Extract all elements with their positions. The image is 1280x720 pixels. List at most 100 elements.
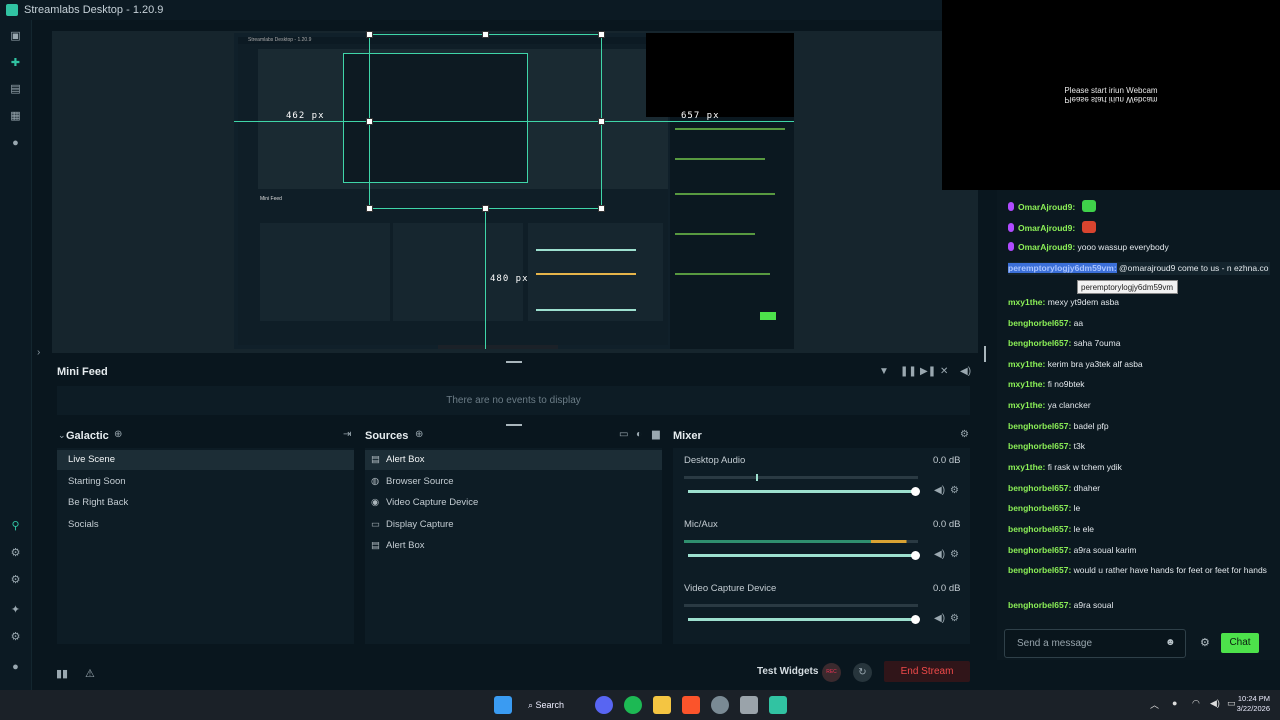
layout-icon[interactable]: ▦ <box>9 110 22 123</box>
microphone-icon[interactable]: ● <box>1172 698 1177 708</box>
resize-handle-bc[interactable] <box>482 205 489 212</box>
scene-item[interactable]: Live Scene <box>57 450 354 470</box>
volume-slider-knob[interactable] <box>911 487 920 496</box>
editor-icon[interactable]: ▣ <box>9 30 22 43</box>
play-icon[interactable]: ● <box>9 137 22 150</box>
settings-icon[interactable]: ⚙ <box>9 631 22 644</box>
lock-icon[interactable]: ◐ <box>636 429 642 440</box>
speaker-icon[interactable]: ◀) <box>934 613 945 624</box>
chat-username[interactable]: OmarAjroud9: <box>1018 242 1075 252</box>
volume-tray-icon[interactable]: ◀) <box>1210 698 1220 709</box>
source-item[interactable]: ▤ Alert Box <box>365 450 662 470</box>
brave-icon[interactable] <box>682 696 700 714</box>
resize-handle-tr[interactable] <box>598 31 605 38</box>
discord-icon[interactable] <box>595 696 613 714</box>
chat-username[interactable]: benghorbel657: <box>1008 441 1071 451</box>
streamlabs-taskbar-icon[interactable] <box>769 696 787 714</box>
emoji-icon[interactable]: ☻ <box>1165 637 1176 648</box>
chat-username[interactable]: benghorbel657: <box>1008 503 1071 513</box>
source-item[interactable]: ▭ Display Capture <box>365 515 662 535</box>
scene-item[interactable]: Socials <box>57 515 354 535</box>
store-icon[interactable]: ▤ <box>9 83 22 96</box>
add-scene-icon[interactable]: ⊕ <box>114 429 122 440</box>
scene-transition-icon[interactable]: ⇥ <box>343 429 351 440</box>
chat-send-button[interactable]: Chat <box>1221 633 1259 653</box>
chat-settings-icon[interactable]: ⚙ <box>1200 636 1210 649</box>
chat-input[interactable]: Send a message <box>1004 629 1186 658</box>
selection-box[interactable] <box>369 34 602 209</box>
resize-handle-bl[interactable] <box>366 205 373 212</box>
chat-username[interactable]: benghorbel657: <box>1008 565 1071 575</box>
tool-app-icon[interactable] <box>740 696 758 714</box>
speaker-icon[interactable]: ◀) <box>934 485 945 496</box>
chat-username[interactable]: benghorbel657: <box>1008 600 1071 610</box>
resize-handle-ml[interactable] <box>366 118 373 125</box>
profile-icon[interactable]: ● <box>9 661 22 674</box>
scene-collection-title[interactable]: Galactic <box>66 430 109 442</box>
folder-icon[interactable]: ▆ <box>652 429 660 440</box>
volume-slider-knob[interactable] <box>911 551 920 560</box>
source-item[interactable]: ◍ Browser Source <box>365 472 662 492</box>
chat-username[interactable]: benghorbel657: <box>1008 338 1071 348</box>
collapse-chevron-icon[interactable]: › <box>37 347 40 358</box>
speaker-icon[interactable]: ◀) <box>934 549 945 560</box>
channel-settings-icon[interactable]: ⚙ <box>950 613 959 624</box>
chat-username[interactable]: mxy1the: <box>1008 297 1045 307</box>
clock[interactable]: 10:24 PM 3/22/2026 <box>1228 694 1270 714</box>
taskbar-search[interactable]: ⌕ Search <box>528 696 574 714</box>
resize-handle-tc[interactable] <box>482 31 489 38</box>
alert-box-icon[interactable]: ⚙ <box>9 547 22 560</box>
splitter-handle-2[interactable] <box>506 424 522 426</box>
chat-username[interactable]: benghorbel657: <box>1008 318 1071 328</box>
add-source-icon[interactable]: ⊕ <box>415 429 423 440</box>
chat-username[interactable]: benghorbel657: <box>1008 483 1071 493</box>
volume-icon[interactable]: ◀) <box>960 366 971 377</box>
start-icon[interactable] <box>494 696 512 714</box>
tray-chevron-icon[interactable]: ︿ <box>1150 698 1159 711</box>
chat-username[interactable]: peremptorylogjy6dm59vm: <box>1008 263 1117 273</box>
record-button[interactable]: REC <box>822 663 841 682</box>
scene-collection-chevron-icon[interactable]: ⌄ <box>58 430 66 441</box>
stats-icon[interactable]: ▮▮ <box>56 667 68 680</box>
integration-icon[interactable]: ⚲ <box>9 520 22 533</box>
skip-icon[interactable]: ▶❚ <box>920 366 936 377</box>
source-item[interactable]: ◉ Video Capture Device <box>365 493 662 513</box>
test-widgets-label[interactable]: Test Widgets <box>757 666 818 677</box>
volume-slider[interactable] <box>688 618 916 621</box>
themes-icon[interactable]: ✚ <box>9 57 22 70</box>
volume-slider[interactable] <box>688 554 916 557</box>
resize-handle-tl[interactable] <box>366 31 373 38</box>
chat-username[interactable]: mxy1the: <box>1008 379 1045 389</box>
resize-handle-mr[interactable] <box>598 118 605 125</box>
chat-username[interactable]: benghorbel657: <box>1008 524 1071 534</box>
chat-username[interactable]: benghorbel657: <box>1008 545 1071 555</box>
source-item[interactable]: ▤ Alert Box <box>365 536 662 556</box>
widget-icon[interactable]: ⚙ <box>9 574 22 587</box>
ai-icon[interactable]: ✦ <box>9 604 22 617</box>
chat-username[interactable]: OmarAjroud9: <box>1018 223 1075 233</box>
wifi-icon[interactable]: ◠ <box>1192 698 1200 709</box>
file-explorer-icon[interactable] <box>653 696 671 714</box>
end-stream-button[interactable]: End Stream <box>884 661 970 682</box>
chat-username[interactable]: OmarAjroud9: <box>1018 202 1075 212</box>
spotify-icon[interactable] <box>624 696 642 714</box>
chat-username[interactable]: mxy1the: <box>1008 462 1045 472</box>
source-visibility-icon[interactable]: ▭ <box>619 429 628 440</box>
channel-settings-icon[interactable]: ⚙ <box>950 549 959 560</box>
volume-slider-knob[interactable] <box>911 615 920 624</box>
channel-settings-icon[interactable]: ⚙ <box>950 485 959 496</box>
chat-splitter[interactable] <box>984 346 986 362</box>
mute-alerts-icon[interactable]: ✕ <box>940 366 948 377</box>
filter-icon[interactable]: ▼ <box>879 366 889 377</box>
chat-username[interactable]: benghorbel657: <box>1008 421 1071 431</box>
chat-username[interactable]: mxy1the: <box>1008 359 1045 369</box>
replay-buffer-icon[interactable]: ↻ <box>853 663 872 682</box>
mixer-settings-icon[interactable]: ⚙ <box>960 429 969 440</box>
settings-app-icon[interactable] <box>711 696 729 714</box>
warning-icon[interactable]: ⚠ <box>85 667 95 680</box>
volume-slider[interactable] <box>688 490 916 493</box>
pause-icon[interactable]: ❚❚ <box>900 366 917 377</box>
resize-handle-br[interactable] <box>598 205 605 212</box>
scene-item[interactable]: Starting Soon <box>57 472 354 492</box>
chat-username[interactable]: mxy1the: <box>1008 400 1045 410</box>
